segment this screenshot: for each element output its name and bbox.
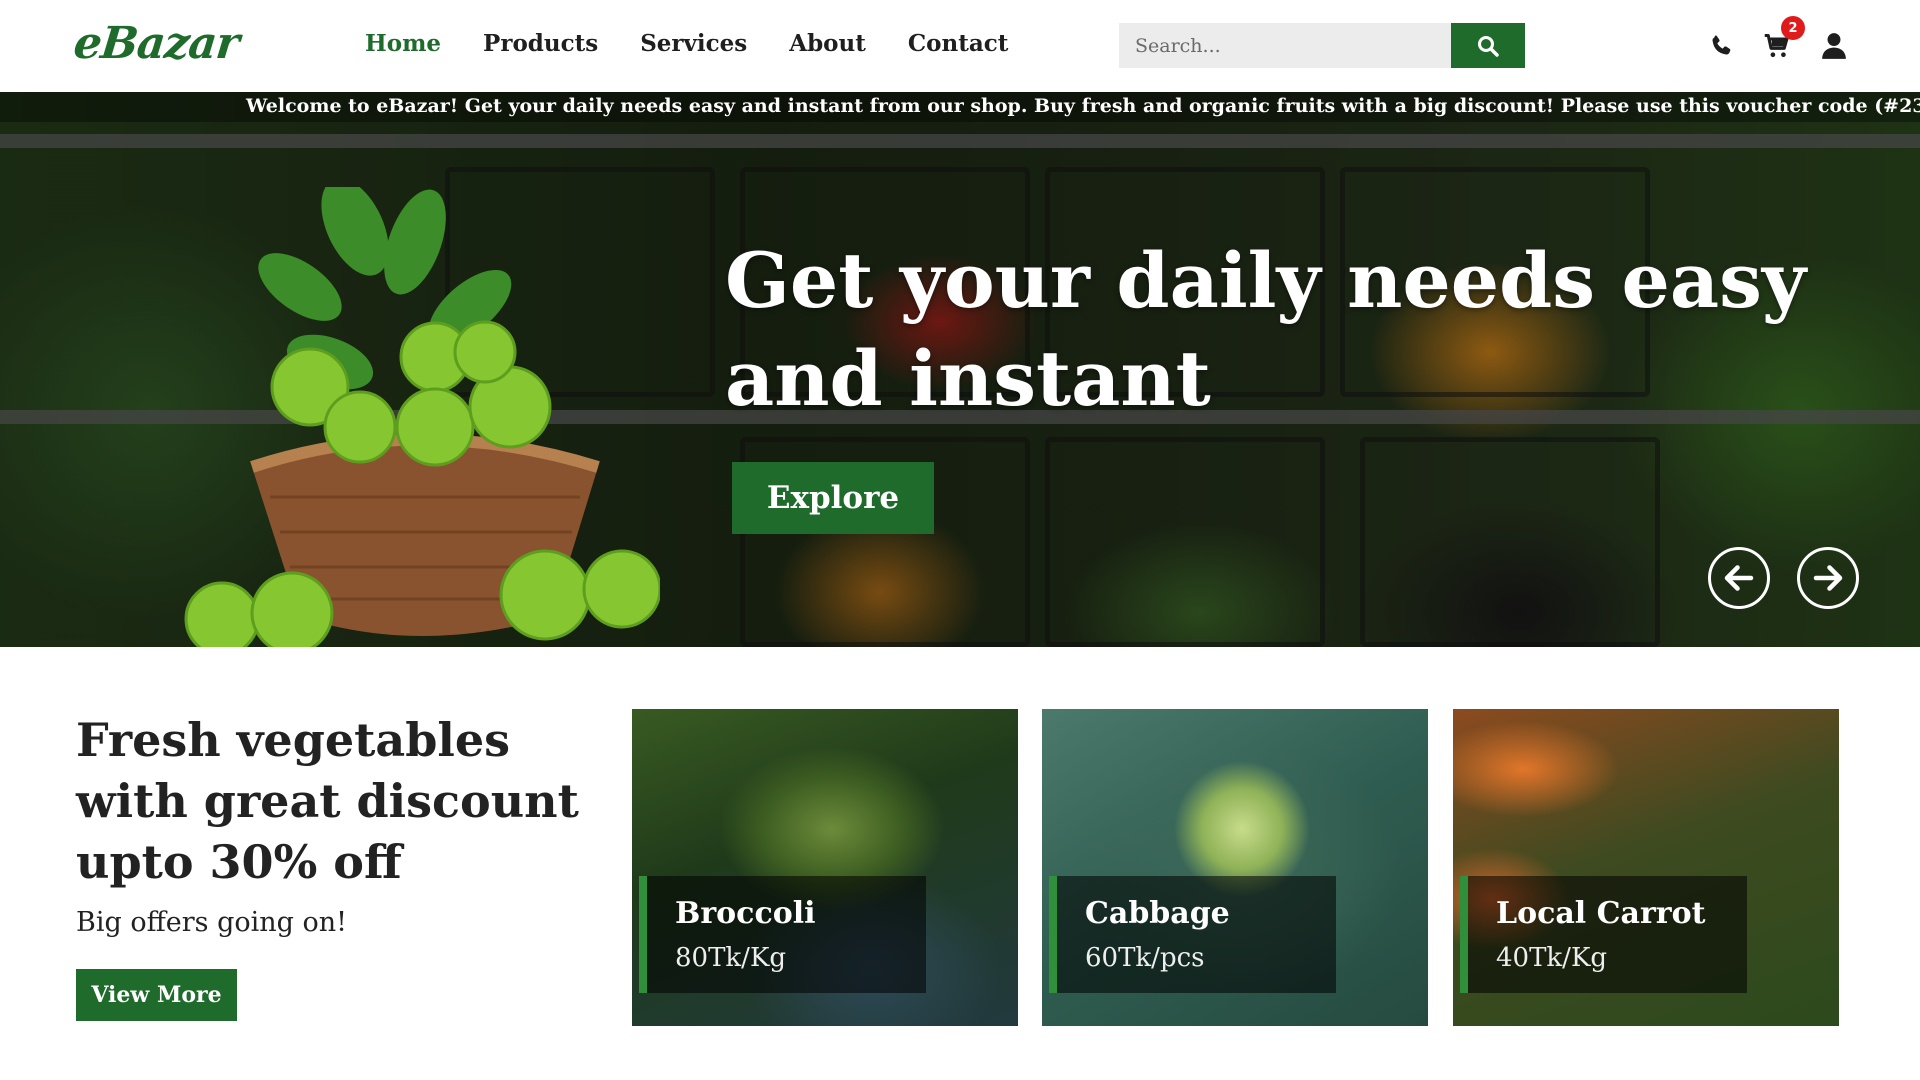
nav-home[interactable]: Home [365,30,441,57]
lime-basket-image [184,187,660,647]
logo[interactable]: eBazar [71,18,241,69]
product-card-local-carrot[interactable]: Local Carrot 40Tk/Kg [1453,709,1839,1026]
slider-prev-button[interactable] [1708,547,1770,609]
offer-subtitle: Big offers going on! [76,907,348,938]
arrow-left-icon [1724,565,1754,591]
search-icon [1478,35,1499,57]
offer-title-line3: upto 30% off [76,835,402,889]
product-label: Cabbage 60Tk/pcs [1049,876,1336,993]
search-bar [1119,23,1525,68]
announcement-ticker: Welcome to eBazar! Get your daily needs … [0,92,1920,122]
product-card-broccoli[interactable]: Broccoli 80Tk/Kg [632,709,1018,1026]
product-card-cabbage[interactable]: Cabbage 60Tk/pcs [1042,709,1428,1026]
nav-contact[interactable]: Contact [908,30,1009,57]
phone-button[interactable] [1705,30,1737,62]
site-header: eBazar Home Products Services About Cont… [0,0,1920,92]
cart-count-badge: 2 [1781,16,1805,40]
hero-slider: Welcome to eBazar! Get your daily needs … [0,92,1920,647]
hero-title-line2: and instant [725,334,1211,423]
nav-about[interactable]: About [789,30,866,57]
arrow-right-icon [1813,565,1843,591]
cart-button[interactable]: 2 [1761,16,1805,62]
hero-title: Get your daily needs easy and instant [725,232,1845,428]
account-button[interactable] [1818,30,1850,62]
product-price: 60Tk/pcs [1085,943,1205,973]
nav-services[interactable]: Services [640,30,747,57]
product-label: Local Carrot 40Tk/Kg [1460,876,1747,993]
user-icon [1822,33,1846,59]
product-name: Broccoli [675,896,816,931]
slider-next-button[interactable] [1797,547,1859,609]
ticker-text: Welcome to eBazar! Get your daily needs … [246,95,1920,117]
phone-icon [1712,35,1731,55]
offer-title: Fresh vegetables with great discount upt… [76,710,596,893]
product-price: 80Tk/Kg [675,943,787,973]
product-price: 40Tk/Kg [1496,943,1608,973]
search-input[interactable] [1119,23,1451,68]
view-more-button[interactable]: View More [76,969,237,1021]
offer-title-line2: with great discount [76,774,579,828]
search-button[interactable] [1451,23,1525,68]
product-label: Broccoli 80Tk/Kg [639,876,926,993]
offer-title-line1: Fresh vegetables [76,713,510,767]
explore-button[interactable]: Explore [732,462,934,534]
product-name: Local Carrot [1496,896,1706,931]
product-name: Cabbage [1085,896,1230,931]
hero-title-line1: Get your daily needs easy [725,236,1807,325]
nav-products[interactable]: Products [483,30,598,57]
main-nav: Home Products Services About Contact [365,30,1008,57]
